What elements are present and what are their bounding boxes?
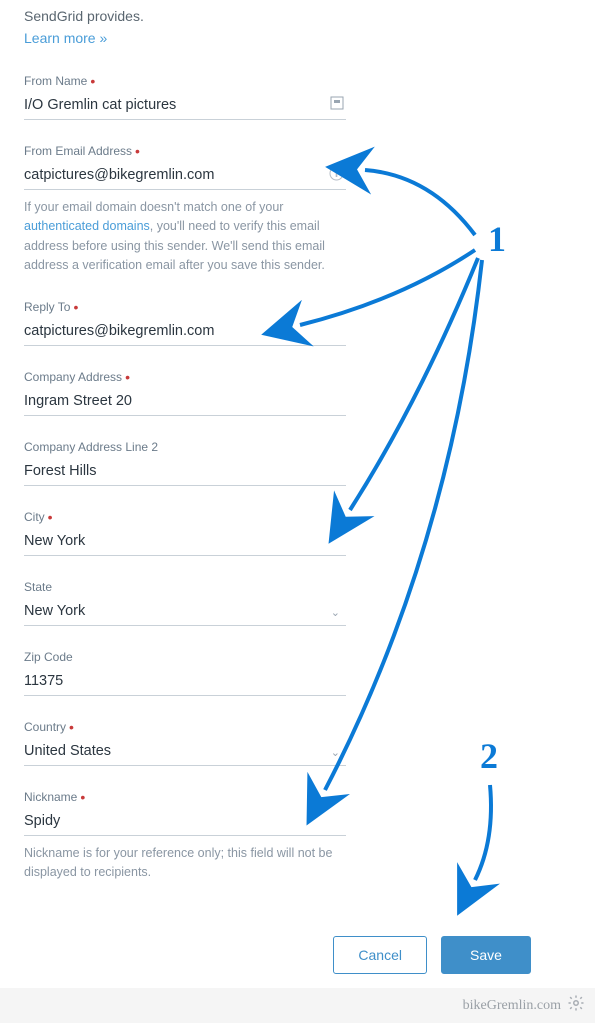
state-select[interactable] — [24, 600, 346, 626]
required-indicator: • — [80, 790, 85, 804]
required-indicator: • — [69, 720, 74, 734]
reply-to-label: Reply To• — [24, 300, 346, 314]
annotation-arrow — [365, 170, 475, 235]
city-field: City• — [24, 510, 346, 556]
required-indicator: • — [135, 144, 140, 158]
reply-to-field: Reply To• — [24, 300, 346, 346]
country-field: Country• ⌄ — [24, 720, 346, 766]
gear-icon — [567, 994, 585, 1017]
intro-text: SendGrid provides. — [24, 8, 346, 24]
from-name-field: From Name• — [24, 74, 346, 120]
autofill-icon — [330, 96, 344, 113]
required-indicator: • — [125, 370, 130, 384]
reply-to-input[interactable] — [24, 320, 346, 346]
country-select[interactable] — [24, 740, 346, 766]
from-email-input[interactable] — [24, 164, 346, 190]
authenticated-domains-link[interactable]: authenticated domains — [24, 219, 150, 233]
company-address2-input[interactable] — [24, 460, 346, 486]
zip-input[interactable] — [24, 670, 346, 696]
state-label: State — [24, 580, 346, 594]
from-email-field: From Email Address• If your email domain… — [24, 144, 346, 276]
company-address2-field: Company Address Line 2 — [24, 440, 346, 486]
annotation-number-1: 1 — [488, 218, 506, 260]
save-button[interactable]: Save — [441, 936, 531, 974]
nickname-help: Nickname is for your reference only; thi… — [24, 844, 346, 883]
company-address-field: Company Address• — [24, 370, 346, 416]
watermark-footer: bikeGremlin.com — [0, 988, 595, 1023]
company-address-input[interactable] — [24, 390, 346, 416]
zip-field: Zip Code — [24, 650, 346, 696]
cancel-button[interactable]: Cancel — [333, 936, 427, 974]
required-indicator: • — [90, 74, 95, 88]
nickname-input[interactable] — [24, 810, 346, 836]
company-address-label: Company Address• — [24, 370, 346, 384]
city-input[interactable] — [24, 530, 346, 556]
form-actions: Cancel Save — [0, 918, 595, 988]
annotation-arrow — [475, 785, 491, 880]
watermark-text: bikeGremlin.com — [463, 998, 561, 1014]
info-icon[interactable] — [329, 166, 344, 184]
company-address2-label: Company Address Line 2 — [24, 440, 346, 454]
city-label: City• — [24, 510, 346, 524]
nickname-field: Nickname• Nickname is for your reference… — [24, 790, 346, 883]
country-label: Country• — [24, 720, 346, 734]
from-email-label: From Email Address• — [24, 144, 346, 158]
nickname-label: Nickname• — [24, 790, 346, 804]
required-indicator: • — [48, 510, 53, 524]
from-name-input[interactable] — [24, 94, 346, 120]
required-indicator: • — [73, 300, 78, 314]
zip-label: Zip Code — [24, 650, 346, 664]
learn-more-link[interactable]: Learn more » — [24, 30, 107, 46]
from-email-help: If your email domain doesn't match one o… — [24, 198, 346, 276]
from-name-label: From Name• — [24, 74, 346, 88]
annotation-number-2: 2 — [480, 735, 498, 777]
state-field: State ⌄ — [24, 580, 346, 626]
